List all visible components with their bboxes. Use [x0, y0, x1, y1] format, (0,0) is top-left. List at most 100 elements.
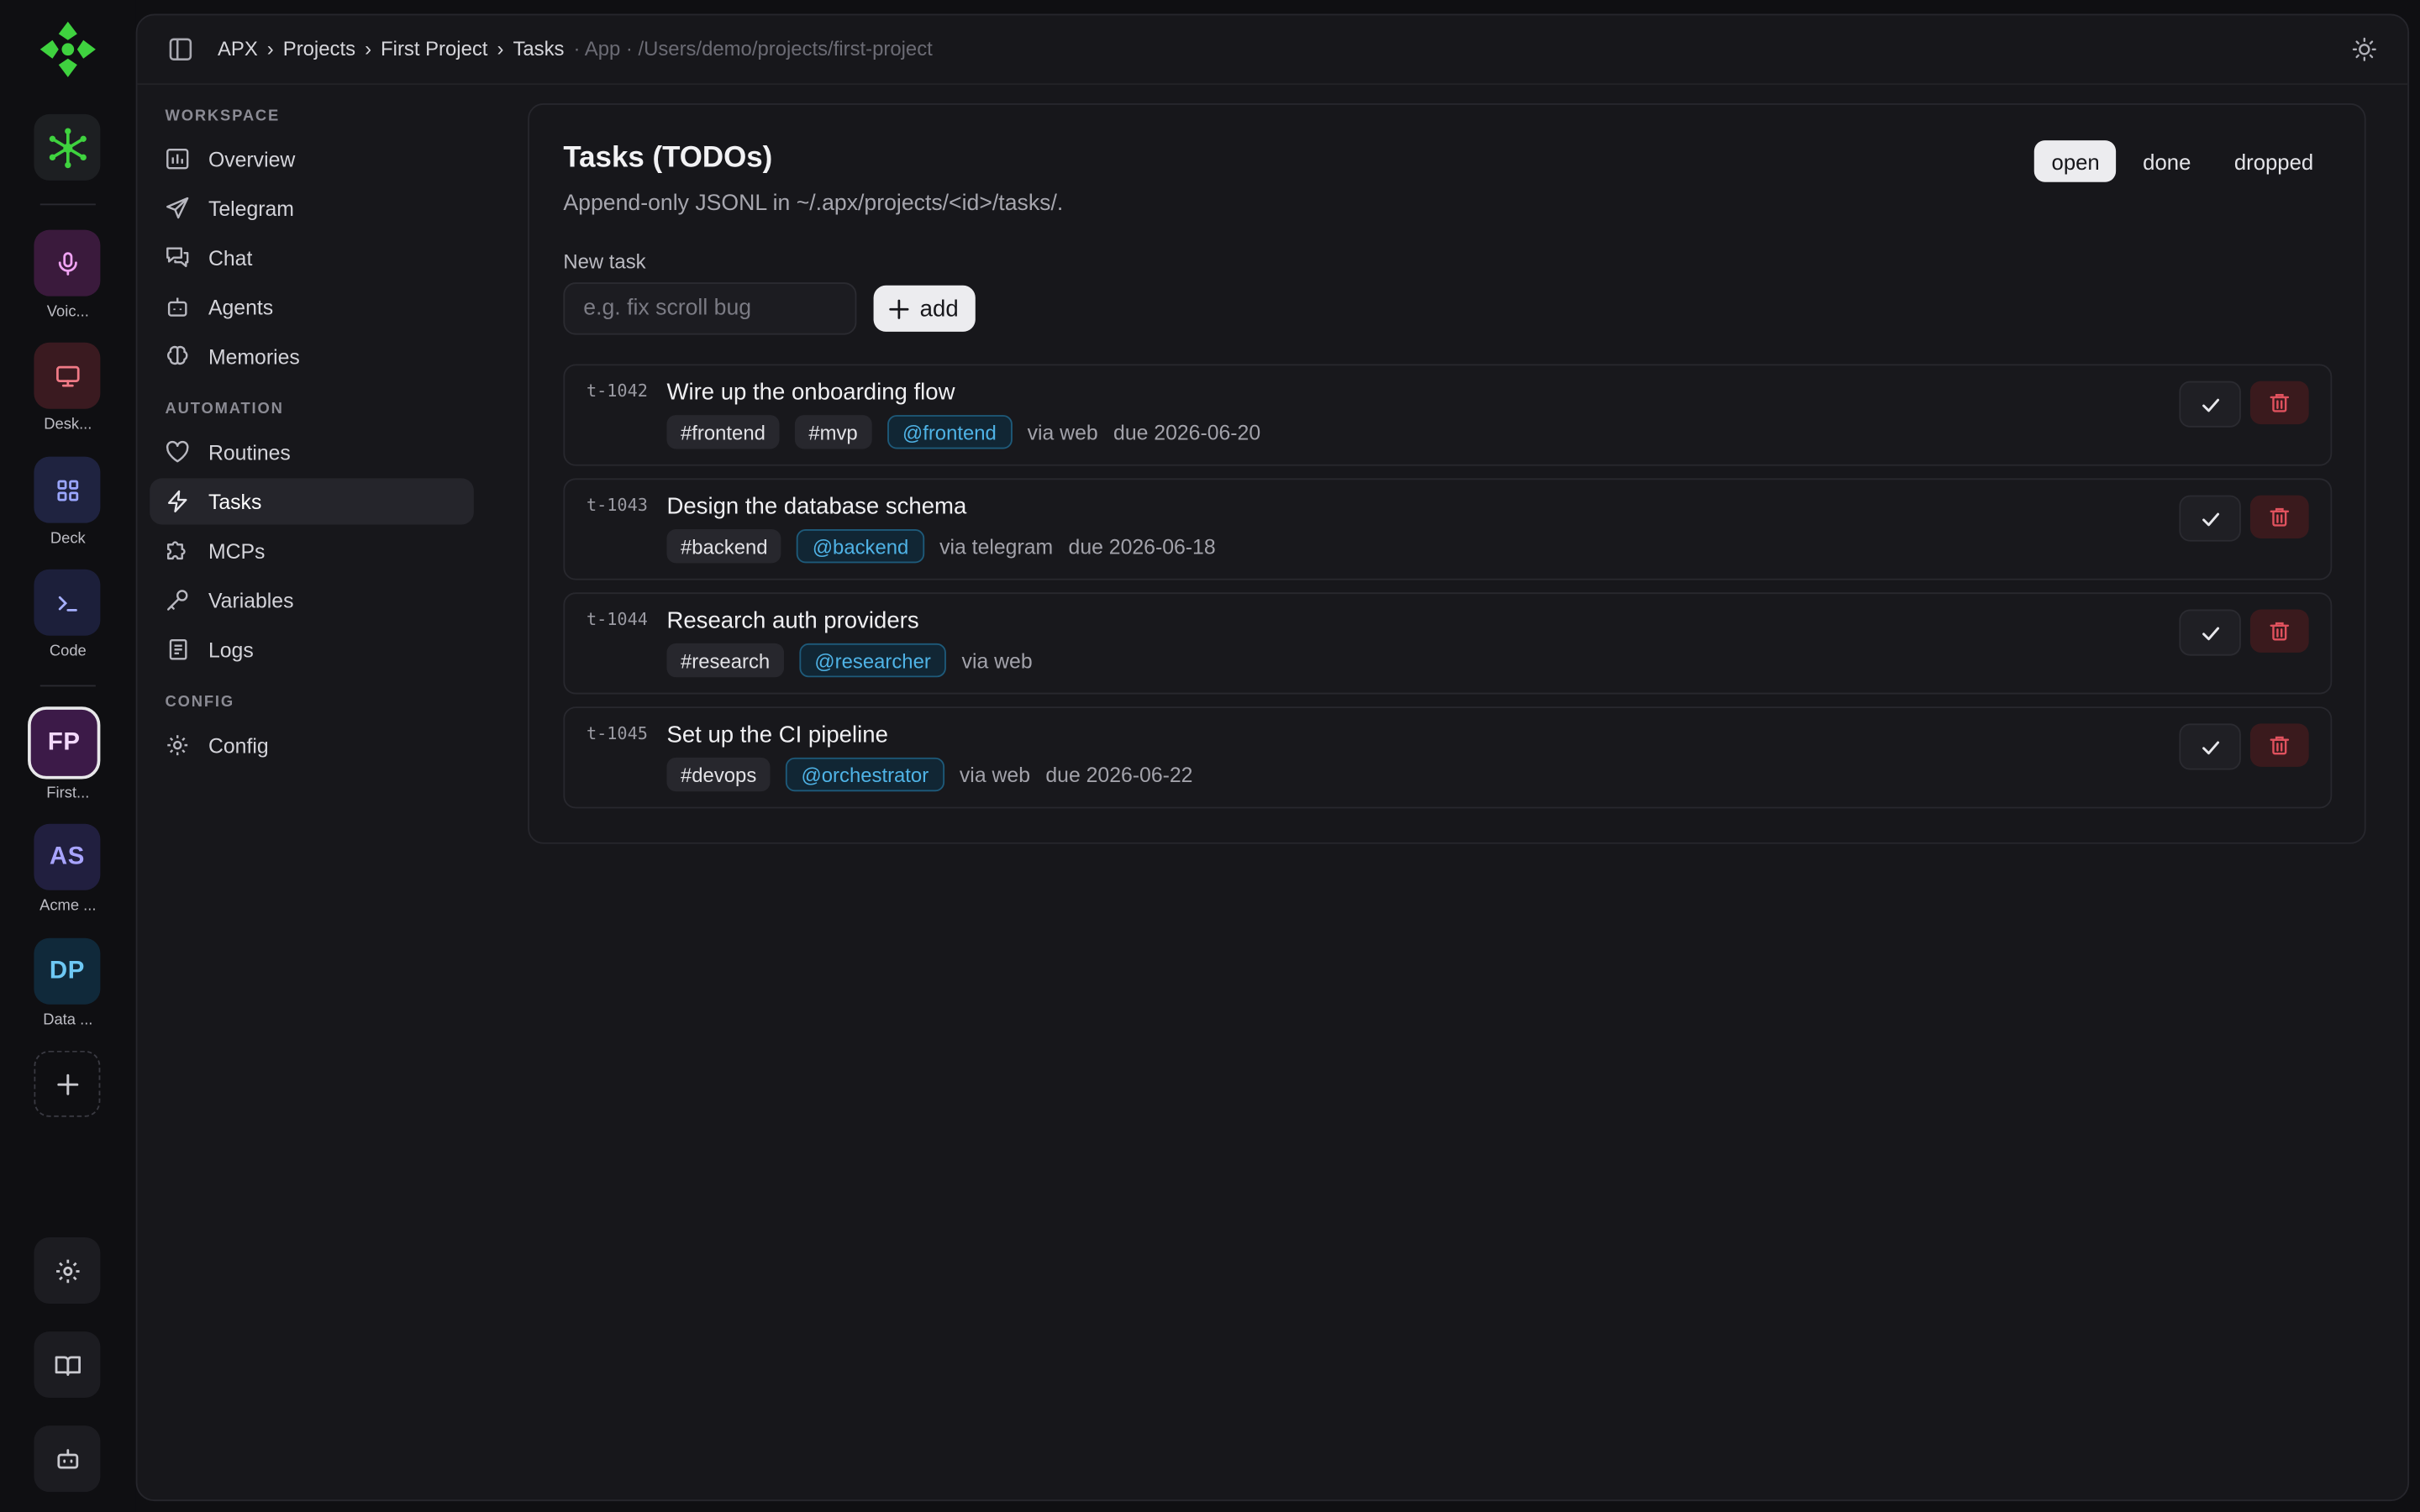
project-initials: FP	[47, 728, 81, 756]
network-icon	[48, 127, 86, 168]
sidebar-toggle-icon[interactable]	[168, 37, 192, 61]
check-icon	[2202, 740, 2219, 754]
trash-icon	[2270, 507, 2290, 527]
nav-item-logs[interactable]: Logs	[150, 627, 474, 673]
main-panel: APX › Projects › First Project › Tasks ·…	[135, 13, 2410, 1502]
breadcrumb-projects[interactable]: Projects	[283, 37, 355, 60]
breadcrumb-project[interactable]: First Project	[381, 37, 487, 60]
task-due: due 2026-06-20	[1113, 420, 1261, 444]
task-tag[interactable]: #backend	[666, 528, 782, 564]
task-source: via web	[1027, 420, 1098, 444]
add-project-button[interactable]	[34, 1050, 101, 1117]
top-bar: APX › Projects › First Project › Tasks ·…	[137, 15, 2408, 86]
breadcrumb-separator: ›	[365, 37, 372, 60]
sun-icon[interactable]	[2352, 37, 2376, 61]
drop-task-button[interactable]	[2249, 381, 2309, 425]
breadcrumb-apx[interactable]: APX	[218, 37, 258, 60]
project-data-label: Data ...	[43, 1011, 93, 1030]
terminal-icon	[57, 595, 76, 611]
drop-task-button[interactable]	[2249, 609, 2309, 653]
task-tag[interactable]: #research	[666, 643, 784, 678]
task-due: due 2026-06-18	[1068, 534, 1216, 558]
nav-label: Telegram	[208, 197, 294, 220]
mark-done-button[interactable]	[2179, 609, 2241, 656]
chart-icon	[166, 148, 189, 170]
nav-item-agents[interactable]: Agents	[150, 284, 474, 330]
task-due: due 2026-06-22	[1045, 763, 1193, 786]
mark-done-button[interactable]	[2179, 381, 2241, 428]
apx-logo-icon[interactable]	[37, 18, 98, 80]
send-icon	[166, 197, 189, 219]
page-subtitle: Append-only JSONL in ~/.apx/projects/<id…	[563, 191, 1064, 217]
network-hub-button[interactable]	[34, 113, 101, 181]
docs-button[interactable]	[34, 1331, 101, 1399]
add-task-button[interactable]: add	[873, 285, 976, 332]
project-first-button[interactable]: FP	[28, 706, 101, 780]
nav-item-tasks[interactable]: Tasks	[150, 478, 474, 525]
key-icon	[167, 590, 188, 611]
mark-done-button[interactable]	[2179, 723, 2241, 770]
task-tag[interactable]: #frontend	[666, 415, 780, 449]
task-title: Research auth providers	[666, 607, 919, 634]
task-assignee[interactable]: @researcher	[799, 643, 947, 678]
rail-code-label: Code	[49, 643, 87, 661]
rail-code-button[interactable]	[34, 569, 101, 636]
task-tag[interactable]: #mvp	[794, 415, 872, 449]
rail-divider	[39, 685, 96, 687]
project-initials: AS	[49, 843, 85, 869]
breadcrumb: APX › Projects › First Project › Tasks ·…	[218, 37, 933, 60]
rail-voice-button[interactable]	[34, 229, 101, 297]
breadcrumb-path: · App · /Users/demo/projects/first-proje…	[573, 37, 933, 60]
project-acme-label: Acme ...	[39, 897, 97, 916]
filter-dropped[interactable]: dropped	[2217, 140, 2331, 182]
task-meta: #backend @backend via telegram due 2026-06-…	[666, 528, 1216, 564]
nav-label: Routines	[208, 440, 291, 464]
microphone-icon	[57, 251, 76, 275]
task-assignee[interactable]: @orchestrator	[786, 757, 944, 792]
rail-deck-label: Deck	[50, 530, 86, 549]
status-filter: open done dropped	[2034, 140, 2330, 182]
task-row[interactable]: t-1043 Design the database schema #backe…	[563, 478, 2333, 580]
nav-item-config[interactable]: Config	[150, 722, 474, 769]
mark-done-button[interactable]	[2179, 495, 2241, 542]
rail-deck-button[interactable]	[34, 456, 101, 523]
task-id: t-1043	[586, 495, 648, 516]
drop-task-button[interactable]	[2249, 495, 2309, 539]
brain-icon	[167, 345, 188, 365]
task-tag[interactable]: #devops	[666, 757, 771, 792]
settings-button[interactable]	[34, 1237, 101, 1305]
app-rail: Voic... Desk... Deck Code FP First... AS…	[0, 0, 136, 1512]
rail-desktop-button[interactable]	[34, 342, 101, 409]
task-title: Wire up the onboarding flow	[666, 379, 955, 407]
bot-button[interactable]	[34, 1425, 101, 1493]
trash-icon	[2270, 622, 2290, 641]
nav-item-mcps[interactable]: MCPs	[150, 528, 474, 574]
project-data-button[interactable]: DP	[34, 937, 101, 1005]
robot-icon	[56, 1448, 78, 1468]
drop-task-button[interactable]	[2249, 723, 2309, 767]
task-assignee[interactable]: @backend	[797, 528, 924, 564]
filter-open[interactable]: open	[2034, 140, 2117, 182]
nav-label: Logs	[208, 638, 254, 662]
nav-item-telegram[interactable]: Telegram	[150, 185, 474, 231]
task-row[interactable]: t-1045 Set up the CI pipeline #devops @or…	[563, 706, 2333, 809]
new-task-input[interactable]	[563, 282, 857, 335]
nav-label: Overview	[208, 147, 296, 171]
nav-item-chat[interactable]: Chat	[150, 234, 474, 281]
filter-done[interactable]: done	[2126, 140, 2208, 182]
task-id: t-1042	[586, 381, 648, 402]
nav-item-routines[interactable]: Routines	[150, 429, 474, 475]
plus-icon	[56, 1073, 78, 1095]
task-title: Set up the CI pipeline	[666, 722, 888, 748]
rail-desktop-label: Desk...	[44, 416, 92, 434]
task-row[interactable]: t-1042 Wire up the onboarding flow #fron…	[563, 364, 2333, 466]
nav-item-overview[interactable]: Overview	[150, 136, 474, 182]
puzzle-icon	[167, 541, 186, 560]
robot-icon	[167, 297, 187, 317]
task-row[interactable]: t-1044 Research auth providers #research…	[563, 592, 2333, 695]
task-meta: #frontend #mvp @frontend via web due 2026-06…	[666, 415, 1260, 449]
task-assignee[interactable]: @frontend	[886, 415, 1013, 449]
nav-item-memories[interactable]: Memories	[150, 333, 474, 380]
project-acme-button[interactable]: AS	[34, 823, 101, 890]
nav-item-variables[interactable]: Variables	[150, 577, 474, 623]
